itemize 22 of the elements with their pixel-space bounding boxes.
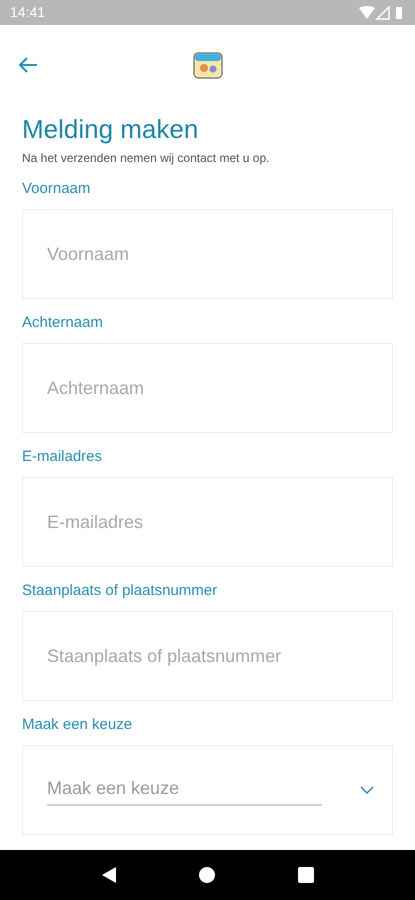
status-time: 14:41 (10, 3, 46, 22)
home-icon[interactable] (198, 867, 214, 883)
field-label: E-mailadres (22, 447, 102, 467)
select-placeholder: Maak een keuze (47, 778, 180, 798)
recents-icon[interactable] (298, 867, 314, 883)
input-field[interactable]: E-mailadres (22, 477, 393, 567)
select-field[interactable]: Maak een keuze (22, 745, 393, 835)
app-logo (193, 52, 223, 79)
page-title: Melding maken (22, 113, 200, 145)
back-button[interactable] (18, 57, 38, 73)
back-icon[interactable] (102, 867, 116, 883)
input-field[interactable]: Voornaam (22, 209, 393, 299)
page-subtitle: Na het verzenden nemen wij contact met u op. (22, 150, 270, 167)
input-field[interactable]: Staanplaats of plaatsnummer (22, 611, 393, 701)
field-label: Maak een keuze (22, 715, 132, 735)
field-label: Staanplaats of plaatsnummer (22, 581, 218, 601)
input-field[interactable]: Achternaam (22, 343, 393, 433)
back-arrow-icon (18, 57, 38, 73)
status-icons (359, 6, 405, 20)
chevron-down-icon (360, 786, 374, 794)
field-label: Achternaam (22, 313, 103, 333)
field-label: Voornaam (22, 179, 90, 199)
